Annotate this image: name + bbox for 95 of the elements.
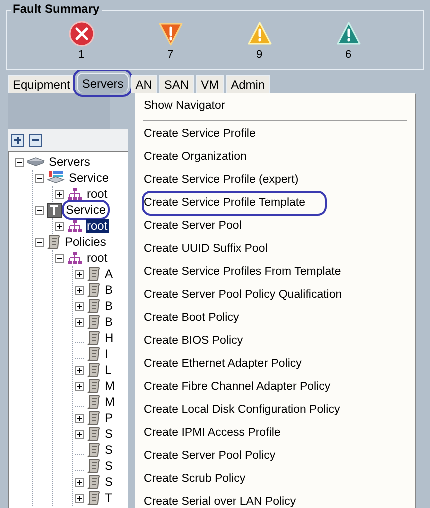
menu-item[interactable]: Create Scrub Policy <box>143 468 247 491</box>
tree-item[interactable]: M <box>104 395 116 409</box>
fault-count: 6 <box>345 49 352 62</box>
menu-item[interactable]: Create Service Profile <box>143 123 257 146</box>
scroll-icon <box>87 314 101 330</box>
tree-item[interactable]: B <box>104 299 114 313</box>
collapse-toggle[interactable] <box>15 158 24 166</box>
scroll-icon <box>87 490 101 506</box>
panel-title: Fault Summary <box>11 2 102 16</box>
menu-item[interactable]: Create Serial over LAN Policy <box>143 491 298 508</box>
scroll-icon <box>87 426 101 442</box>
expand-toggle[interactable] <box>75 318 84 326</box>
expand-toggle[interactable] <box>75 270 84 278</box>
tab[interactable]: SAN <box>159 75 194 93</box>
expand-toggle[interactable] <box>75 366 84 374</box>
expand-all-button[interactable] <box>11 134 24 146</box>
tree-item[interactable]: Service <box>68 171 110 185</box>
collapse-toggle[interactable] <box>35 206 44 214</box>
tree-item[interactable]: L <box>104 363 113 377</box>
expand-toggle[interactable] <box>75 478 84 486</box>
scroll-icon <box>87 378 101 394</box>
tree-item[interactable]: Service <box>65 203 108 217</box>
menu-item[interactable]: Create Server Pool <box>143 215 243 238</box>
tree-item[interactable]: S <box>104 427 114 441</box>
menu-item[interactable]: Create Service Profiles From Template <box>143 261 342 284</box>
menu-item[interactable]: Create Fibre Channel Adapter Policy <box>143 376 332 399</box>
scroll-icon <box>87 458 101 474</box>
tree-item[interactable]: H <box>104 331 115 345</box>
tree-item[interactable]: B <box>104 315 114 329</box>
menu-item[interactable]: Create UUID Suffix Pool <box>143 238 269 261</box>
menu-item[interactable]: Create Organization <box>143 146 248 169</box>
collapse-toggle[interactable] <box>35 238 44 246</box>
tree-item[interactable]: B <box>104 283 114 297</box>
tab[interactable]: Equipment <box>8 75 76 93</box>
collapse-toggle[interactable] <box>55 254 64 262</box>
fault-count: 7 <box>167 49 174 62</box>
expand-toggle[interactable] <box>75 302 84 310</box>
scroll-icon <box>87 362 101 378</box>
server-icon <box>27 156 45 168</box>
tree-item[interactable]: M <box>104 379 116 393</box>
tree-item[interactable]: S <box>104 443 114 457</box>
tree-item[interactable]: root <box>86 187 109 201</box>
scroll-icon <box>87 394 101 410</box>
menu-item[interactable]: Create Server Pool Policy Qualification <box>143 284 344 307</box>
menu-item[interactable]: Create Service Profile Template <box>143 192 326 215</box>
menu-item[interactable]: Create Boot Policy <box>143 307 240 330</box>
tree-item[interactable]: A <box>104 267 114 281</box>
collapse-all-button[interactable] <box>29 134 42 146</box>
scroll-icon <box>87 282 101 298</box>
menu-item[interactable]: Show Navigator <box>143 95 226 118</box>
scroll-icon <box>47 234 61 250</box>
scroll-icon <box>87 266 101 282</box>
menu-item[interactable]: Create Local Disk Configuration Policy <box>143 399 342 422</box>
org-chart-icon <box>67 250 83 266</box>
scroll-icon <box>87 410 101 426</box>
tab[interactable]: AN <box>130 75 158 93</box>
tab[interactable]: Admin <box>226 75 270 93</box>
error-icon <box>68 21 94 47</box>
org-chart-icon <box>67 218 83 234</box>
scroll-icon <box>87 474 101 490</box>
scroll-icon <box>87 330 101 346</box>
expand-toggle[interactable] <box>75 430 84 438</box>
profile-stack-icon <box>47 170 65 186</box>
menu-item[interactable]: Create Server Pool Policy <box>143 445 277 468</box>
fault-count: 9 <box>256 49 263 62</box>
warning-icon <box>158 21 184 47</box>
menu-item[interactable]: Create Ethernet Adapter Policy <box>143 353 303 376</box>
org-chart-icon <box>67 186 83 202</box>
tree-item[interactable]: S <box>104 459 114 473</box>
menu-item[interactable]: Create BIOS Policy <box>143 330 244 353</box>
tree-item[interactable]: P <box>104 411 114 425</box>
tree-item[interactable]: root <box>86 219 109 233</box>
scroll-icon <box>87 346 101 362</box>
warning-icon <box>246 21 272 47</box>
scroll-icon <box>87 298 101 314</box>
tree-item[interactable]: root <box>86 251 109 265</box>
collapse-toggle[interactable] <box>35 174 44 182</box>
menu-item[interactable]: Create IPMI Access Profile <box>143 422 282 445</box>
expand-toggle[interactable] <box>75 382 84 390</box>
warning-icon <box>336 21 362 47</box>
tree-item[interactable]: Servers <box>48 155 92 169</box>
fault-count: 1 <box>78 49 85 62</box>
template-icon <box>47 202 62 218</box>
expand-toggle[interactable] <box>55 190 64 198</box>
scroll-icon <box>87 442 101 458</box>
expand-toggle[interactable] <box>75 414 84 422</box>
tree-item[interactable]: I <box>104 347 110 361</box>
tree-item[interactable]: S <box>104 475 114 489</box>
expand-toggle[interactable] <box>75 286 84 294</box>
expand-toggle[interactable] <box>55 222 64 230</box>
tab[interactable]: VM <box>196 75 224 93</box>
menu-item[interactable]: Create Service Profile (expert) <box>143 169 300 192</box>
tree-item[interactable]: Policies <box>64 235 108 249</box>
expand-toggle[interactable] <box>75 494 84 502</box>
tree-item[interactable]: T <box>104 491 114 505</box>
